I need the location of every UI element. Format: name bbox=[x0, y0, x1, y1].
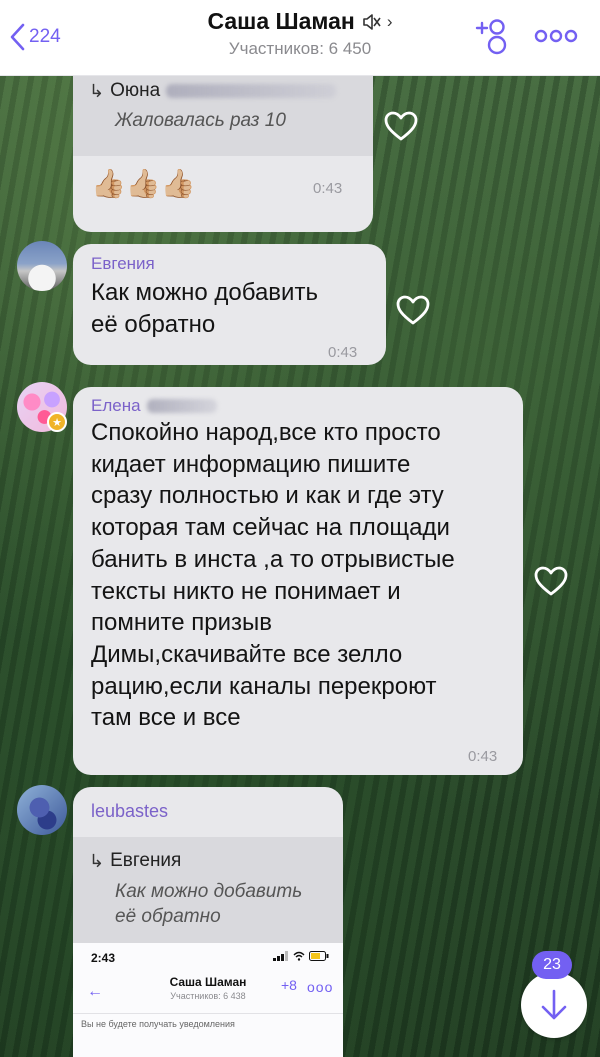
divider bbox=[73, 1013, 343, 1014]
unread-count-badge[interactable]: 23 bbox=[532, 951, 572, 979]
blurred-surname bbox=[166, 84, 337, 98]
message-line: Спокойно народ,все кто просто bbox=[91, 419, 441, 446]
battery-icon bbox=[309, 951, 329, 961]
reply-arrow-icon: ↳ bbox=[89, 850, 105, 871]
reply-author-name: Оюна bbox=[110, 80, 161, 101]
message-bubble[interactable]: leubastes ↳ Евгения Как можно добавить е… bbox=[73, 787, 343, 1057]
message-line: которая там сейчас на площади bbox=[91, 514, 450, 542]
blurred-surname bbox=[146, 399, 217, 413]
emoji-message: 👍🏼👍🏼👍🏼 bbox=[91, 168, 196, 199]
participants-count: Участников: 6 450 bbox=[228, 39, 372, 58]
scroll-down-button[interactable] bbox=[521, 972, 587, 1038]
arrow-down-icon bbox=[541, 989, 567, 1020]
signal-icon bbox=[273, 951, 288, 961]
reply-arrow-icon: ↳ bbox=[89, 80, 105, 101]
message-time: 0:43 bbox=[313, 180, 343, 197]
message-line: помните призыв bbox=[91, 609, 272, 637]
message-line: рацию,если каналы перекроют bbox=[91, 672, 437, 700]
reply-line: её обратно bbox=[115, 906, 221, 927]
heart-icon[interactable] bbox=[395, 294, 431, 326]
speaker-muted-icon bbox=[363, 13, 381, 30]
avatar[interactable] bbox=[17, 241, 67, 291]
message-line: кидает информацию пишите bbox=[91, 450, 411, 478]
message-bubble[interactable]: Евгения Как можно добавить её обратно 0:… bbox=[73, 244, 386, 365]
chat-area[interactable]: ↳ Оюна Жаловалась раз 10 👍🏼👍🏼👍🏼 0:43 Евг… bbox=[0, 76, 600, 1057]
back-count: 224 bbox=[29, 26, 61, 47]
sender-name[interactable]: Елена bbox=[91, 396, 217, 416]
message-line: банить в инста ,а то отрывистые bbox=[91, 545, 455, 573]
title-chevron: › bbox=[386, 11, 393, 31]
back-button[interactable]: 224 bbox=[8, 22, 61, 52]
more-dots-icon[interactable] bbox=[534, 28, 578, 44]
message-line: Димы,скачивайте все зелло bbox=[91, 640, 403, 668]
wifi-icon bbox=[293, 951, 305, 961]
reply-author-name: Евгения bbox=[110, 850, 182, 871]
status-icons bbox=[273, 951, 329, 961]
message-line: сразу полностью и как и где эту bbox=[91, 482, 444, 510]
reply-line: Как можно добавить bbox=[115, 881, 303, 902]
screenshot-notice: Вы не будете получать уведомления bbox=[81, 1019, 235, 1029]
chat-title: Саша Шаман bbox=[207, 8, 355, 34]
message-bubble[interactable]: Елена Спокойно народ,все кто просто кида… bbox=[73, 387, 523, 775]
reply-text: Жаловалась раз 10 bbox=[115, 110, 286, 131]
avatar[interactable] bbox=[17, 785, 67, 835]
star-badge-icon: ★ bbox=[47, 412, 67, 432]
sender-first-name: Елена bbox=[91, 396, 141, 415]
sender-name[interactable]: Евгения bbox=[91, 254, 155, 274]
heart-icon[interactable] bbox=[533, 565, 569, 597]
heart-icon[interactable] bbox=[383, 110, 419, 142]
chat-header: 224 Саша Шаман › Участников: 6 450 bbox=[0, 0, 600, 76]
reply-text: Как можно добавить её обратно bbox=[115, 879, 302, 929]
screenshot-time: 2:43 bbox=[91, 951, 116, 965]
message-time: 0:43 bbox=[468, 748, 498, 765]
chat-title-area[interactable]: Саша Шаман › Участников: 6 450 bbox=[150, 8, 450, 59]
message-line: Как можно добавить bbox=[91, 279, 318, 306]
message-line: там все и все bbox=[91, 704, 241, 732]
screenshot-add-icon: +8 bbox=[281, 977, 297, 993]
attached-screenshot[interactable]: 2:43 ← Саша Шаман Участников: 6 438 +8 o… bbox=[73, 943, 343, 1057]
reply-author: ↳ Оюна bbox=[89, 80, 337, 102]
screenshot-title: Саша Шаман bbox=[169, 975, 247, 989]
sender-name[interactable]: leubastes bbox=[91, 801, 168, 822]
message-bubble[interactable]: ↳ Оюна Жаловалась раз 10 👍🏼👍🏼👍🏼 0:43 bbox=[73, 76, 373, 232]
message-line: её обратно bbox=[91, 310, 216, 338]
chevron-left-icon bbox=[10, 23, 25, 51]
add-participant-icon[interactable] bbox=[472, 16, 512, 56]
screenshot-subtitle: Участников: 6 438 bbox=[170, 991, 246, 1001]
screenshot-more-icon: ooo bbox=[307, 979, 334, 995]
message-line: тексты никто не понимает и bbox=[91, 577, 401, 605]
message-time: 0:43 bbox=[328, 344, 358, 361]
message-text: Спокойно народ,все кто просто кидает инф… bbox=[91, 417, 455, 734]
reply-author: ↳ Евгения bbox=[89, 850, 181, 872]
message-text: Как можно добавить её обратно bbox=[91, 277, 318, 340]
